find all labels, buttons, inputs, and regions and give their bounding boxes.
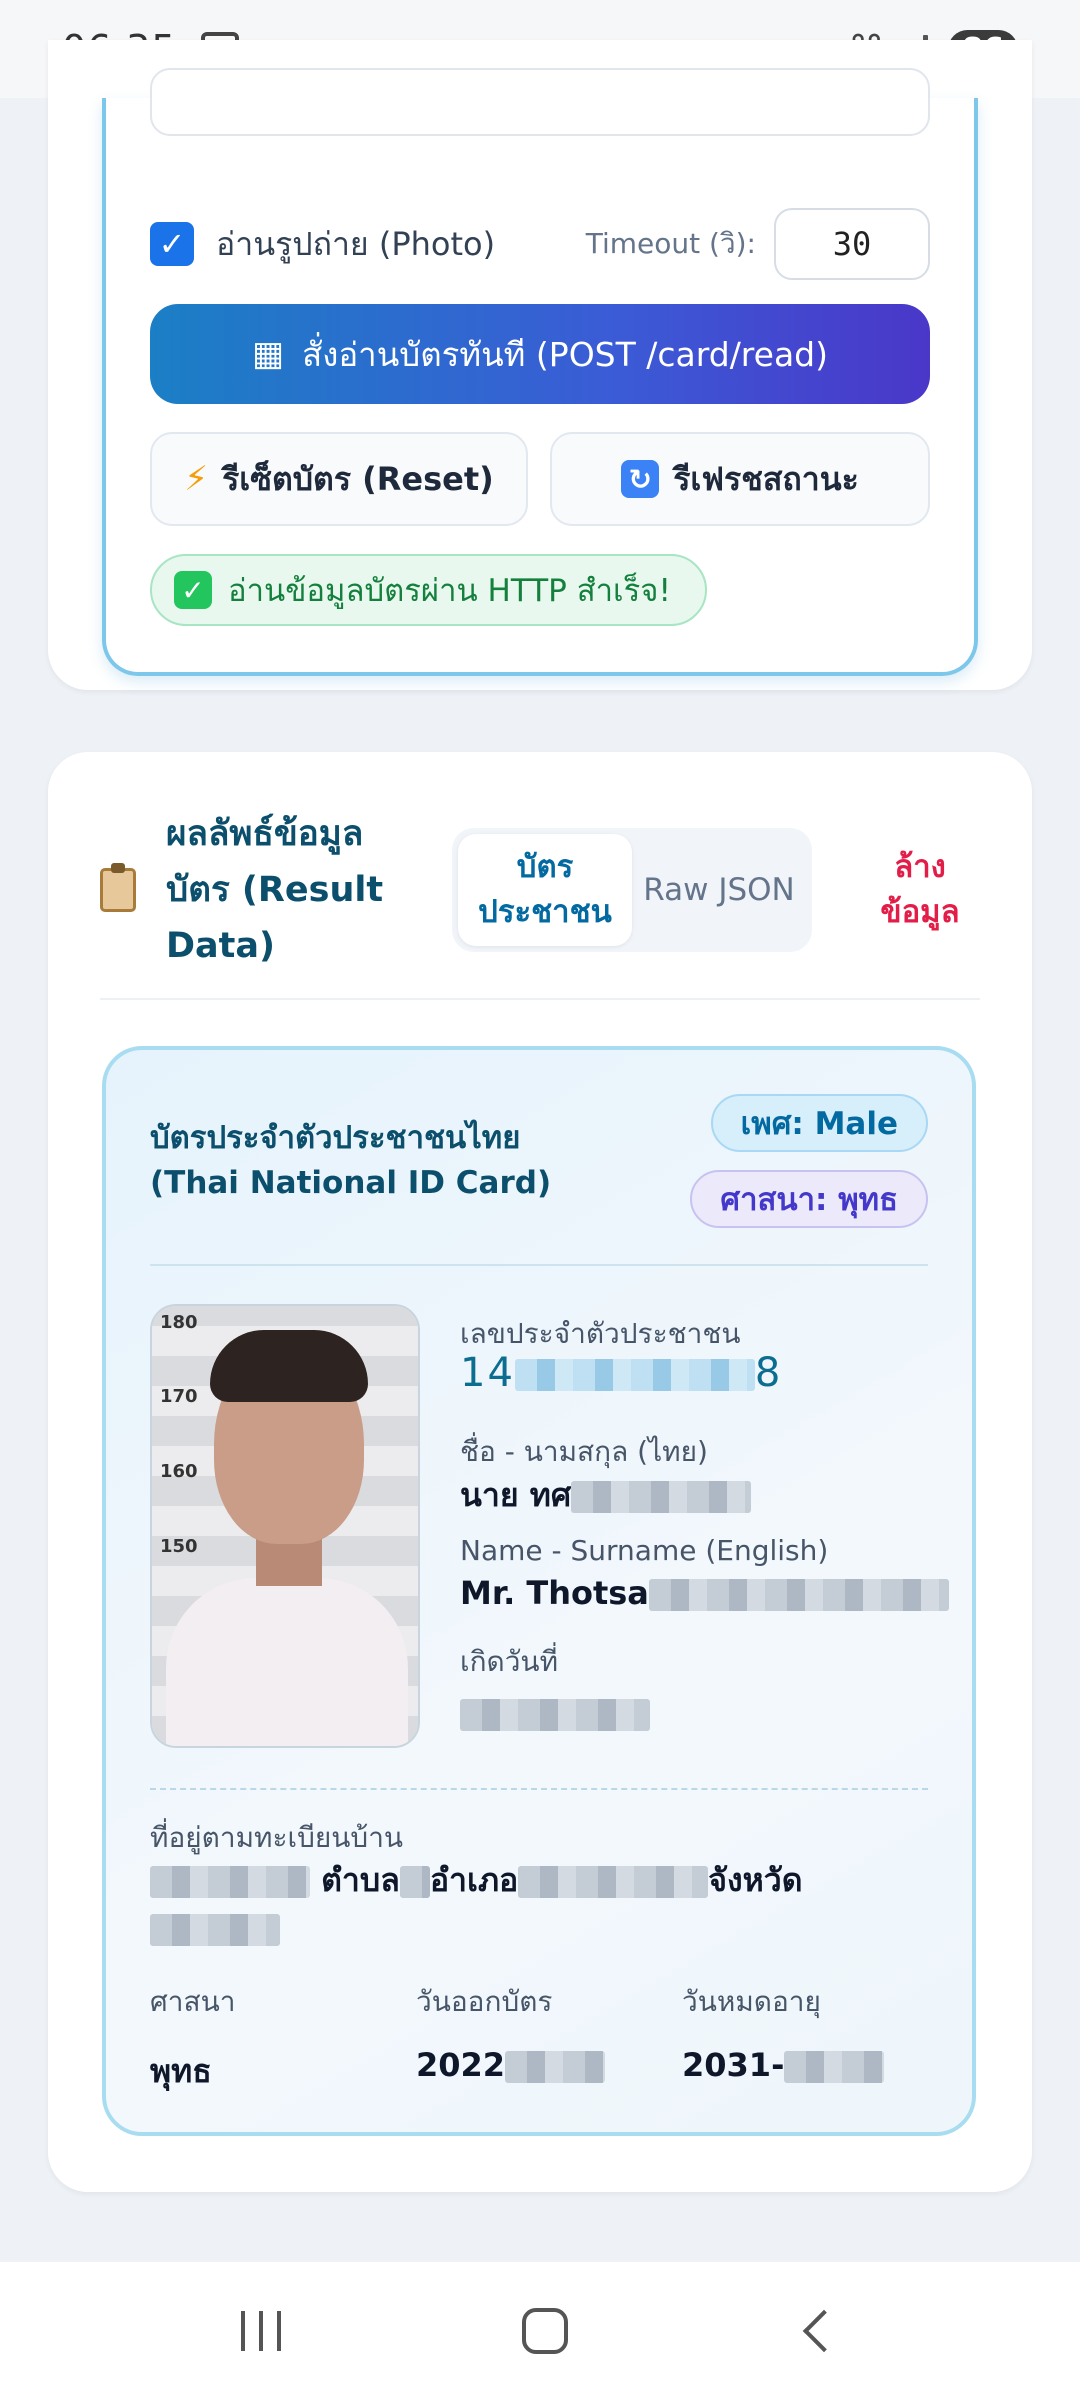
back-button[interactable] <box>803 2309 846 2353</box>
redacted-block <box>784 2051 885 2083</box>
issue-date-value: 2022 <box>416 2046 606 2084</box>
photo-scale-mark: 170 <box>160 1386 198 1407</box>
photo-label: อ่านรูปถ่าย (Photo) <box>216 224 496 263</box>
address-subdistrict: ตำบล <box>321 1861 400 1899</box>
id-card-title-th: บัตรประจำตัวประชาชนไทย <box>150 1120 521 1156</box>
result-header: ผลลัพธ์ข้อมูลบัตร (Result Data) บัตรประช… <box>100 810 980 970</box>
redacted-block <box>571 1481 752 1513</box>
name-en-text: Mr. Thotsa <box>460 1574 649 1612</box>
religion-field: ศาสนา พุทธ <box>150 1980 235 2097</box>
reader-panel: ✓ อ่านรูปถ่าย (Photo) Timeout (วิ): 30 ▦… <box>102 68 978 676</box>
name-th-label: ชื่อ - นามสกุล (ไทย) <box>460 1435 708 1468</box>
divider <box>150 1788 928 1790</box>
name-en-value: Mr. Thotsa <box>460 1574 949 1612</box>
bolt-icon: ⚡ <box>184 459 209 499</box>
id-card-panel: บัตรประจำตัวประชาชนไทย (Thai National ID… <box>102 1046 976 2136</box>
success-message-text: อ่านข้อมูลบัตรผ่าน HTTP สำเร็จ! <box>228 573 671 609</box>
issue-date-label: วันออกบัตร <box>416 1985 553 2018</box>
id-number-suffix: 8 <box>754 1350 783 1396</box>
result-card: ผลลัพธ์ข้อมูลบัตร (Result Data) บัตรประช… <box>48 752 1032 2192</box>
refresh-status-button[interactable]: ↻ รีเฟรชสถานะ <box>550 432 930 526</box>
timeout-input[interactable]: 30 <box>774 208 930 280</box>
expiry-date-field: วันหมดอายุ 2031- <box>682 1980 885 2084</box>
timeout-label: Timeout (วิ): <box>585 227 756 260</box>
tab-id-card[interactable]: บัตรประชาชน <box>458 834 632 946</box>
reset-card-label: รีเซ็ตบัตร (Reset) <box>222 459 494 498</box>
address-province: จังหวัด <box>708 1861 803 1899</box>
refresh-icon: ↻ <box>621 460 660 498</box>
dob-value <box>460 1694 650 1732</box>
photo-options-row: ✓ อ่านรูปถ่าย (Photo) Timeout (วิ): 30 <box>150 208 930 280</box>
address-label: ที่อยู่ตามทะเบียนบ้าน <box>150 1821 404 1854</box>
reset-card-button[interactable]: ⚡ รีเซ็ตบัตร (Reset) <box>150 432 528 526</box>
divider <box>150 1264 928 1266</box>
result-tabs: บัตรประชาชน Raw JSON <box>452 828 812 952</box>
name-en-label: Name - Surname (English) <box>460 1534 829 1567</box>
redacted-block <box>648 1579 949 1611</box>
expiry-date-text: 2031- <box>682 2046 785 2084</box>
result-title: ผลลัพธ์ข้อมูลบัตร (Result Data) <box>166 814 384 966</box>
id-card-title: บัตรประจำตัวประชาชนไทย (Thai National ID… <box>150 1116 551 1206</box>
tab-raw-json[interactable]: Raw JSON <box>632 834 806 946</box>
system-nav-bar <box>0 2262 1080 2400</box>
religion-badge: ศาสนา: พุทธ <box>690 1170 928 1228</box>
photo-checkbox[interactable]: ✓ <box>150 222 194 266</box>
redacted-block <box>399 1866 430 1898</box>
read-card-button[interactable]: ▦ สั่งอ่านบัตรทันที (POST /card/read) <box>150 304 930 404</box>
id-card-icon: ▦ <box>251 334 285 374</box>
redacted-block <box>150 1914 280 1946</box>
clear-data-button[interactable]: ล้างข้อมูล <box>860 845 980 935</box>
religion-label: ศาสนา <box>150 1985 236 2018</box>
name-th-value: นาย ทศ <box>460 1470 752 1521</box>
redacted-block <box>150 1866 310 1898</box>
reader-card: ✓ อ่านรูปถ่าย (Photo) Timeout (วิ): 30 ▦… <box>48 40 1032 690</box>
id-number-value: 14 8 <box>460 1350 782 1396</box>
clipboard-icon <box>100 863 136 912</box>
address-value: ตำบล อำเภอ จังหวัด <box>150 1856 930 1952</box>
sex-badge: เพศ: Male <box>710 1094 928 1152</box>
name-th-text: นาย ทศ <box>460 1476 572 1514</box>
id-card-title-en: (Thai National ID Card) <box>150 1164 552 1201</box>
expiry-date-label: วันหมดอายุ <box>682 1985 821 2018</box>
photo-scale-mark: 150 <box>160 1536 198 1557</box>
check-icon: ✓ <box>174 571 212 609</box>
redacted-block <box>514 1359 755 1391</box>
read-card-label: สั่งอ่านบัตรทันที (POST /card/read) <box>302 334 828 374</box>
refresh-status-label: รีเฟรชสถานะ <box>673 459 859 498</box>
address-district: อำเภอ <box>429 1861 519 1899</box>
photo-scale-mark: 180 <box>160 1312 198 1333</box>
expiry-date-value: 2031- <box>682 2046 885 2084</box>
card-photo: 180 170 160 150 <box>150 1304 420 1748</box>
id-number-prefix: 14 <box>460 1350 515 1396</box>
religion-value: พุทธ <box>150 2052 212 2090</box>
redacted-block <box>518 1866 709 1898</box>
redacted-block <box>505 2051 606 2083</box>
recents-button[interactable] <box>240 2311 281 2351</box>
dob-label: เกิดวันที่ <box>460 1645 559 1678</box>
photo-scale-mark: 160 <box>160 1461 198 1482</box>
home-button[interactable] <box>521 2308 568 2354</box>
reader-input-field[interactable] <box>150 68 930 136</box>
divider <box>100 998 980 1000</box>
redacted-block <box>460 1699 650 1731</box>
success-message: ✓ อ่านข้อมูลบัตรผ่าน HTTP สำเร็จ! <box>150 554 707 626</box>
issue-date-text: 2022 <box>416 2046 506 2084</box>
issue-date-field: วันออกบัตร 2022 <box>416 1980 606 2084</box>
